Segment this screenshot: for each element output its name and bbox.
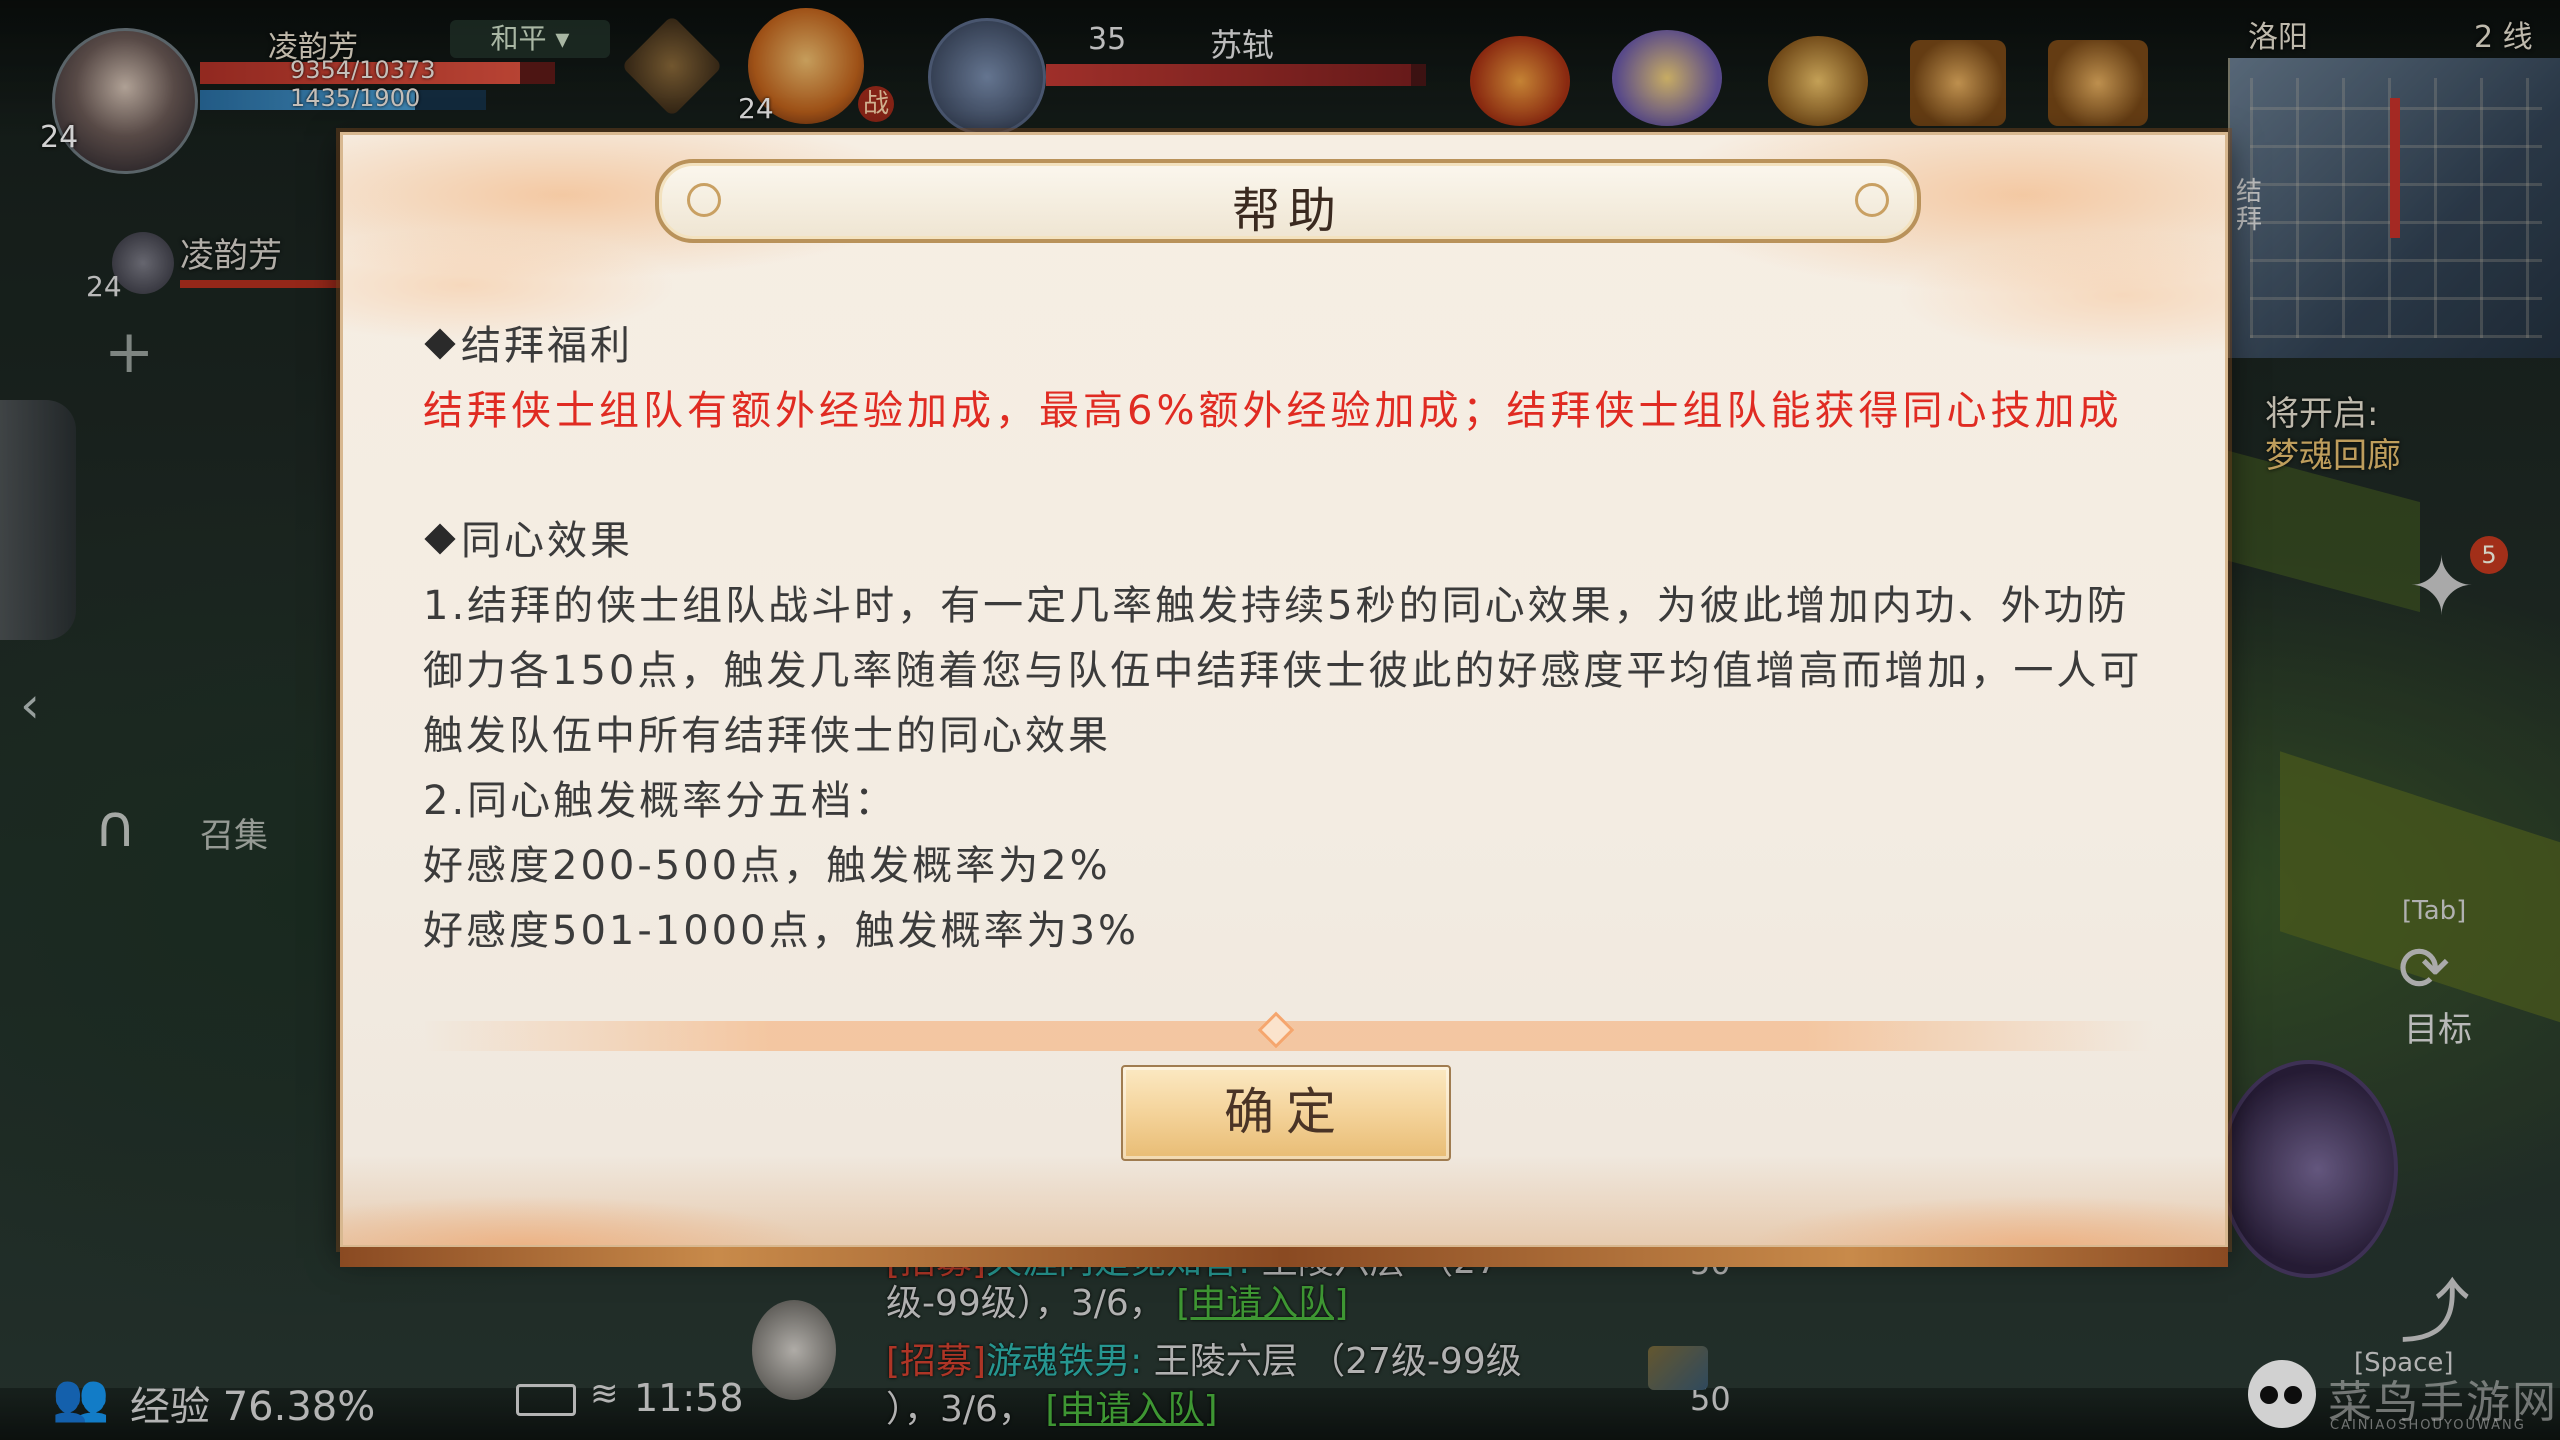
confirm-button[interactable]: 确定 bbox=[1121, 1065, 1451, 1161]
dialog-title: 帮助 bbox=[1231, 183, 1344, 239]
section-text: 2.同心触发概率分五档： bbox=[423, 778, 898, 824]
scroll-indicator-icon bbox=[1253, 1015, 1293, 1045]
section-text-highlight: 结拜侠士组队有额外经验加成，最高6%额外经验加成；结拜侠士组队能获得同心技加成 bbox=[423, 388, 2123, 434]
diamond-bullet-icon bbox=[424, 523, 456, 555]
section-text: 1.结拜的侠士组队战斗时，有一定几率触发持续5秒的同心效果，为彼此增加内功、外功… bbox=[423, 583, 2143, 759]
section-title: 同心效果 bbox=[461, 518, 633, 564]
diamond-bullet-icon bbox=[424, 328, 456, 360]
section-heading: 结拜福利 bbox=[423, 313, 2153, 379]
section-title: 结拜福利 bbox=[461, 323, 633, 369]
dialog-bottom-edge bbox=[340, 1247, 2228, 1267]
help-dialog: 帮助 结拜福利 结拜侠士组队有额外经验加成，最高6%额外经验加成；结拜侠士组队能… bbox=[340, 132, 2228, 1267]
section-heading: 同心效果 bbox=[423, 508, 2153, 574]
section-text: 好感度200-500点，触发概率为2% bbox=[423, 843, 1111, 889]
section-text: 好感度501-1000点，触发概率为3% bbox=[423, 908, 1140, 954]
dialog-title-plate: 帮助 bbox=[655, 159, 1921, 243]
dialog-footer-decoration bbox=[343, 1155, 2225, 1245]
help-content: 结拜福利 结拜侠士组队有额外经验加成，最高6%额外经验加成；结拜侠士组队能获得同… bbox=[423, 313, 2153, 964]
